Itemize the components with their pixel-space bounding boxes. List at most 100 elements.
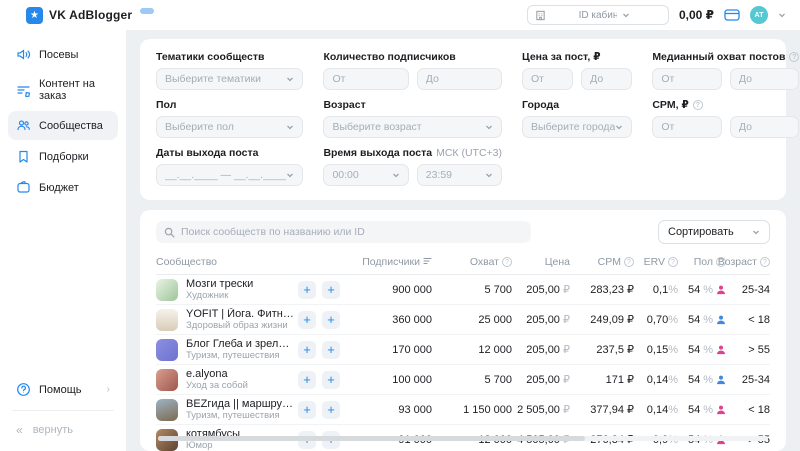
col-price: Цена [512,256,570,268]
col-community: Сообщество [156,256,294,268]
cpm-value: 171 ₽ [570,373,634,386]
sidebar-item-budget[interactable]: Бюджет [8,173,118,202]
help-label: Помощь [39,384,82,396]
subscribers-value: 900 000 [348,284,432,296]
community-cell[interactable]: YOFIT | Йога. Фитнес Здоровый образ жизн… [156,308,294,331]
help-button[interactable]: Помощь › [8,375,118,404]
sidebar-item-communities[interactable]: Сообщества [8,111,118,140]
community-cell[interactable]: BEZгида || маршруты от Олега... Туризм, … [156,398,294,421]
community-category: Туризм, путешествия [186,410,294,421]
cabinet-selector[interactable]: ID кабинета: 71 [527,5,669,25]
search-input[interactable] [181,226,523,238]
sidebar-item-seeding[interactable]: Посевы [8,40,118,69]
people-group-icon [16,118,31,133]
filter-label: Тематики сообществ [156,51,303,63]
community-cell[interactable]: e.alyona Уход за собой [156,368,294,391]
chevron-down-icon [392,171,400,179]
balance-amount: 0,00 ₽ [679,8,714,22]
add-to-collection-button[interactable]: + [322,281,340,299]
time-to-select[interactable]: 23:59 [417,164,502,186]
erv-value: 0,15% [634,344,678,356]
price-value: 205,00 ₽ [512,373,570,386]
person-icon [716,405,726,415]
topics-placeholder: Выберите тематики [165,73,261,85]
table-header: Сообщество Подписчики Охват Цена CPM ERV… [156,250,770,275]
sidebar-item-content-order[interactable]: Контент на заказ [8,71,118,109]
topics-select[interactable]: Выберите тематики [156,68,303,90]
add-to-collection-button[interactable]: + [322,371,340,389]
help-icon[interactable] [760,257,770,267]
price-value: 205,00 ₽ [512,283,570,296]
community-avatar [156,369,178,391]
price-from-input[interactable] [522,68,573,90]
chevron-down-icon [485,171,493,179]
community-name: BEZгида || маршруты от Олега... [186,398,294,410]
col-subscribers[interactable]: Подписчики [348,256,432,268]
sort-select[interactable]: Сортировать [658,220,770,244]
help-icon[interactable] [502,257,512,267]
user-avatar[interactable]: АТ [750,6,768,24]
account-chevron-icon[interactable] [778,11,786,19]
subscribers-value: 93 000 [348,404,432,416]
beta-badge [140,8,154,14]
add-to-collection-button[interactable]: + [322,401,340,419]
chevron-down-icon [752,228,760,236]
cpm-to-input[interactable] [730,116,800,138]
subscribers-to-input[interactable] [417,68,502,90]
sidebar-item-label: Посевы [39,49,78,61]
filter-label: Города [522,99,632,111]
communities-panel: Сортировать Сообщество Подписчики Охват … [140,210,786,451]
price-value: 2 505,00 ₽ [512,403,570,416]
median-reach-to-input[interactable] [730,68,800,90]
time-to-value: 23:59 [426,169,452,181]
sidebar-item-collections[interactable]: Подборки [8,142,118,171]
help-icon[interactable] [668,257,678,267]
wallet-icon[interactable] [724,8,740,22]
main-area: Тематики сообществ Выберите тематики Кол… [126,30,800,451]
help-icon[interactable] [789,52,799,62]
add-to-collection-button[interactable]: + [322,341,340,359]
filter-gender: Пол Выберите пол [156,99,303,138]
sort-bars-icon [423,256,432,268]
help-icon[interactable] [693,100,703,110]
cpm-value: 237,5 ₽ [570,343,634,356]
cities-select[interactable]: Выберите города [522,116,632,138]
cabinet-label: ID кабинета: 71 [579,10,618,21]
age-placeholder: Выберите возраст [332,121,421,133]
gender-value: 54% [678,374,726,386]
time-from-select[interactable]: 00:00 [323,164,408,186]
add-to-seeding-button[interactable]: + [298,281,316,299]
app-logo[interactable]: ★ VK AdBlogger [26,7,154,24]
community-cell[interactable]: Мозги трески Художник [156,278,294,301]
gender-value: 54% [678,314,726,326]
filter-cpm: CPM, ₽ [652,99,799,138]
table-row: YOFIT | Йога. Фитнес Здоровый образ жизн… [156,305,770,335]
age-value: < 18 [726,314,770,326]
gender-select[interactable]: Выберите пол [156,116,303,138]
post-dates-select[interactable]: __.__.____ — __.__.____ [156,164,303,186]
community-name: Мозги трески [186,278,253,290]
add-to-seeding-button[interactable]: + [298,311,316,329]
price-to-input[interactable] [581,68,632,90]
help-icon[interactable] [624,257,634,267]
community-cell[interactable]: Блог Глеба и зрелищ... Туризм, путешеств… [156,338,294,361]
subscribers-from-input[interactable] [323,68,408,90]
col-reach: Охват [432,256,512,268]
time-from-value: 00:00 [332,169,358,181]
add-to-seeding-button[interactable]: + [298,401,316,419]
median-reach-from-input[interactable] [652,68,722,90]
filter-age: Возраст Выберите возраст [323,99,502,138]
table-row: e.alyona Уход за собой + + 100 000 5 700… [156,365,770,395]
community-category: Художник [186,290,253,301]
filter-subscribers: Количество подписчиков [323,51,502,90]
add-to-seeding-button[interactable]: + [298,341,316,359]
filter-label: Возраст [323,99,502,111]
add-to-collection-button[interactable]: + [322,311,340,329]
cpm-from-input[interactable] [652,116,722,138]
community-search[interactable] [156,221,531,243]
megaphone-icon [16,47,31,62]
scrollbar-thumb[interactable] [158,436,585,441]
age-select[interactable]: Выберите возраст [323,116,502,138]
add-to-seeding-button[interactable]: + [298,371,316,389]
collapse-sidebar-button[interactable]: « вернуть [8,417,118,443]
